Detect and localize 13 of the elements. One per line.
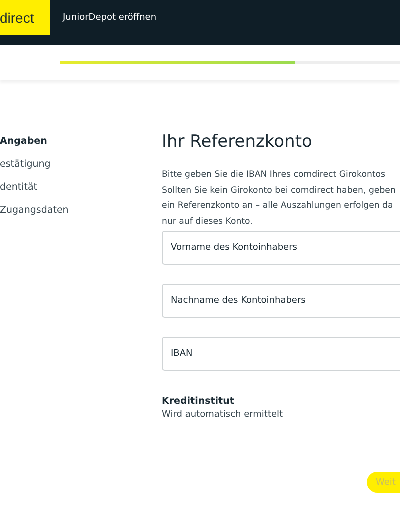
intro-text: Bitte geben Sie die IBAN Ihres comdirect Girokontos Sollten Sie kein Girokonto bei comdirect haben, geben ein Referenzkonto an – alle Auszahlungen erfolgen da nur auf dieses Konto. [162, 169, 397, 228]
section-heading: Ihr Referenzkonto [162, 132, 314, 152]
step-link[interactable]: dentität [0, 181, 162, 195]
bank-value: Wird automatisch ermittelt [162, 410, 284, 420]
bank-label: Kreditinstitut [162, 396, 236, 407]
step-link[interactable]: estätigung [0, 158, 162, 172]
text-field[interactable]: Vorname des Kontoinhabers [162, 231, 400, 265]
text-field[interactable]: Nachname des Kontoinhabers [162, 284, 400, 318]
logo[interactable]: direct [0, 0, 50, 35]
page-title: JuniorDepot eröffnen [63, 13, 157, 23]
step-link[interactable]: Zugangsdaten [0, 204, 162, 218]
text-field[interactable]: IBAN [162, 337, 400, 371]
step-link[interactable]: Angaben [0, 135, 162, 149]
